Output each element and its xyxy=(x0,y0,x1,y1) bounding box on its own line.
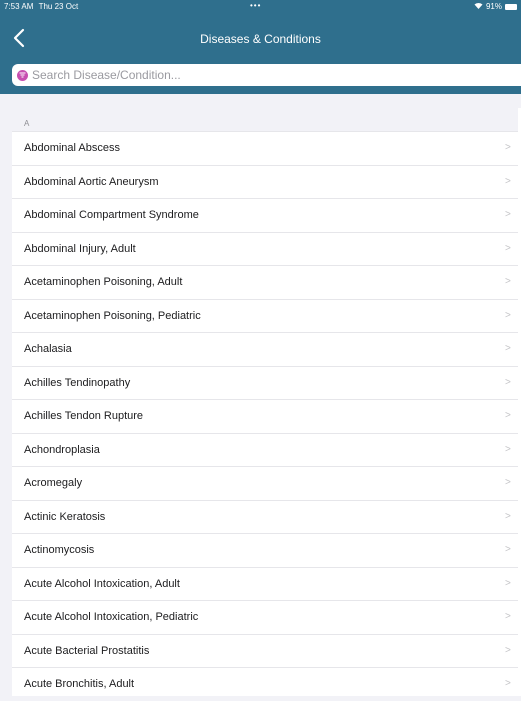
chevron-right-icon: > xyxy=(505,242,511,254)
list-item[interactable]: Achilles Tendinopathy > xyxy=(12,365,521,400)
chevron-right-icon: > xyxy=(505,376,511,388)
list-item-label: Abdominal Injury, Adult xyxy=(24,242,136,255)
list-item[interactable]: Acute Bacterial Prostatitis > xyxy=(12,633,521,668)
list-item[interactable]: Acute Alcohol Intoxication, Pediatric > xyxy=(12,600,521,634)
list-item[interactable]: Acute Bronchitis, Adult > xyxy=(12,667,521,701)
chevron-right-icon: > xyxy=(505,410,511,421)
chevron-right-icon: > xyxy=(505,443,511,455)
navigation-bar: Diseases & Conditions xyxy=(0,22,521,56)
chevron-right-icon: > xyxy=(505,309,511,321)
status-time-text: 7:53 AM xyxy=(4,2,34,11)
list-item[interactable]: Acromegaly > xyxy=(12,466,521,500)
list-item-label: Achondroplasia xyxy=(24,443,100,456)
search-bar[interactable] xyxy=(12,64,521,86)
status-time: 7:53 AM Thu 23 Oct xyxy=(4,2,78,11)
chevron-right-icon: > xyxy=(505,209,511,220)
list-item-label: Acromegaly xyxy=(24,477,83,490)
chevron-right-icon: > xyxy=(505,276,511,287)
list-item[interactable]: Achilles Tendon Rupture > xyxy=(12,399,521,433)
list-item-label: Achilles Tendinopathy xyxy=(24,376,131,389)
list-item-label: Achilles Tendon Rupture xyxy=(24,410,144,423)
list-item-label: Acetaminophen Poisoning, Pediatric xyxy=(24,309,201,322)
chevron-right-icon: > xyxy=(505,577,511,589)
list-item[interactable]: Achondroplasia > xyxy=(12,432,521,467)
list-item-label: Abdominal Compartment Syndrome xyxy=(24,209,199,222)
page-title: Diseases & Conditions xyxy=(200,32,321,46)
list-item-label: Acetaminophen Poisoning, Adult xyxy=(24,276,183,289)
list-item[interactable]: Acute Alcohol Intoxication, Adult > xyxy=(12,566,521,601)
section-header: A xyxy=(12,108,521,131)
list-item-label: Actinomycosis xyxy=(24,544,95,557)
disease-list: A Abdominal Abscess > Abdominal Aortic Ane… xyxy=(12,108,521,696)
search-input[interactable] xyxy=(32,68,492,82)
list-item-label: Abdominal Aortic Aneurysm xyxy=(24,175,159,188)
wifi-icon xyxy=(474,2,483,11)
list-item-label: Acute Alcohol Intoxication, Adult xyxy=(24,577,180,590)
chevron-right-icon: > xyxy=(505,544,511,555)
chevron-right-icon: > xyxy=(505,175,511,187)
chevron-right-icon: > xyxy=(505,142,511,153)
list-item[interactable]: Acetaminophen Poisoning, Pediatric > xyxy=(12,298,521,333)
chevron-right-icon: > xyxy=(505,678,511,689)
search-icon xyxy=(17,69,28,81)
status-bar: 7:53 AM Thu 23 Oct ••• 91% xyxy=(0,0,521,14)
list-item-label: Actinic Keratosis xyxy=(24,510,106,523)
list-item[interactable]: Abdominal Compartment Syndrome > xyxy=(12,198,521,232)
battery-percent: 91% xyxy=(485,2,502,11)
multitasking-dots[interactable]: ••• xyxy=(250,1,261,10)
chevron-right-icon: > xyxy=(505,611,511,622)
chevron-right-icon: > xyxy=(505,510,511,522)
list-item[interactable]: Abdominal Injury, Adult > xyxy=(12,231,521,266)
list-item-label: Acute Bronchitis, Adult xyxy=(24,678,135,691)
list-item[interactable]: Actinic Keratosis > xyxy=(12,499,521,534)
status-indicators: 91% xyxy=(474,2,517,11)
list-item-label: Abdominal Abscess xyxy=(24,142,120,155)
list-item-label: Achalasia xyxy=(24,343,72,356)
list-item-label: Acute Bacterial Prostatitis xyxy=(24,644,150,657)
list-item[interactable]: Abdominal Abscess > xyxy=(12,131,521,165)
chevron-right-icon: > xyxy=(505,477,511,488)
status-date-text: Thu 23 Oct xyxy=(38,2,79,11)
list-item-label: Acute Alcohol Intoxication, Pediatric xyxy=(24,611,199,624)
list-item[interactable]: Acetaminophen Poisoning, Adult > xyxy=(12,265,521,299)
chevron-right-icon: > xyxy=(505,343,511,354)
battery-icon xyxy=(505,3,517,10)
list-item[interactable]: Actinomycosis > xyxy=(12,533,521,567)
list-item[interactable]: Achalasia > xyxy=(12,332,521,366)
chevron-right-icon: > xyxy=(505,644,511,656)
list-item[interactable]: Abdominal Aortic Aneurysm > xyxy=(12,164,521,199)
app-header: 7:53 AM Thu 23 Oct ••• 91% Diseases & Co… xyxy=(0,0,521,94)
